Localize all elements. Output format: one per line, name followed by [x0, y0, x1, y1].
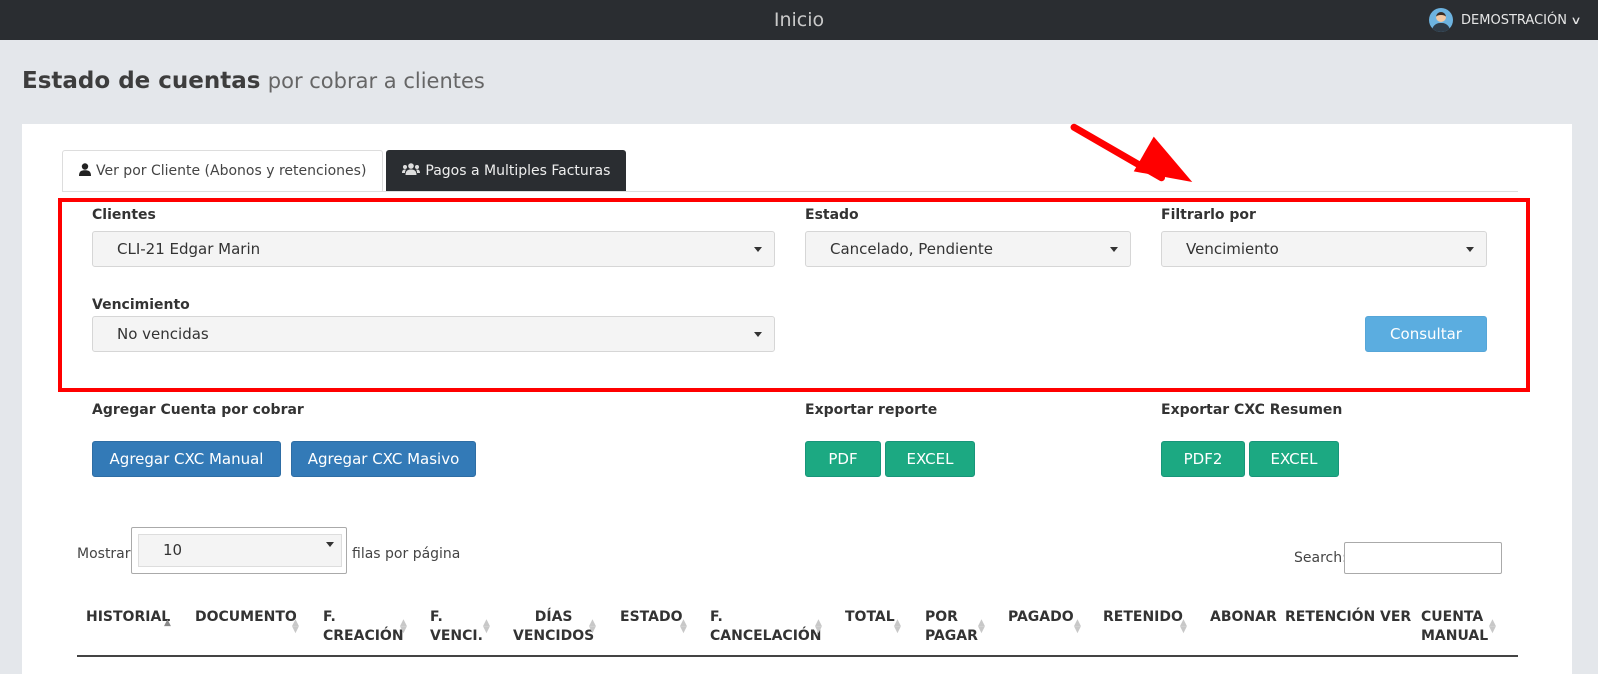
col-ver: VER — [1380, 609, 1412, 625]
vencimiento-value: No vencidas — [117, 325, 209, 343]
agregar-label: Agregar Cuenta por cobrar — [92, 402, 304, 418]
col-total[interactable]: TOTAL — [845, 608, 895, 627]
sort-icon: ▲ ▼ — [400, 618, 407, 635]
col-abonar: ABONAR — [1210, 609, 1277, 625]
col-dias-vencidos[interactable]: DÍAS VENCIDOS — [513, 608, 594, 646]
estado-label: Estado — [805, 207, 859, 223]
export-excel-button[interactable]: EXCEL — [885, 441, 975, 477]
sort-icon: ▲ ▼ — [978, 618, 985, 635]
col-retenido[interactable]: RETENIDO — [1103, 608, 1183, 627]
sort-icon: ▲ ▼ — [483, 618, 490, 635]
col-retencion: RETENCIÓN — [1285, 609, 1376, 625]
tab-label: Pagos a Multiples Facturas — [425, 163, 611, 179]
resumen-label: Exportar CXC Resumen — [1161, 402, 1343, 418]
page-length-select[interactable]: 10 — [131, 527, 347, 574]
navbar-title: Inicio — [773, 9, 825, 31]
sort-asc-icon: ▲ — [164, 618, 171, 628]
user-icon — [79, 162, 91, 180]
sort-icon: ▲ ▼ — [680, 618, 687, 635]
vencimiento-label: Vencimiento — [92, 297, 190, 313]
page-title: Estado de cuentas por cobrar a clientes — [22, 68, 485, 94]
vencimiento-select[interactable]: No vencidas — [92, 316, 775, 352]
chevron-down-icon: ∨ — [1570, 13, 1582, 27]
sort-icon: ▲ ▼ — [589, 618, 596, 635]
col-historial[interactable]: HISTORIAL — [86, 608, 170, 627]
filtrar-label: Filtrarlo por — [1161, 207, 1256, 223]
consultar-button[interactable]: Consultar — [1365, 316, 1487, 352]
clientes-value: CLI-21 Edgar Marin — [117, 240, 261, 258]
tab-divider — [62, 191, 1518, 192]
col-f-venci[interactable]: F. VENCI. — [430, 608, 483, 646]
sort-icon: ▲ ▼ — [894, 618, 901, 635]
tab-pagos-multiples[interactable]: Pagos a Multiples Facturas — [386, 150, 627, 192]
annotation-highlight-box — [58, 198, 1530, 392]
export-excel-resumen-button[interactable]: EXCEL — [1249, 441, 1339, 477]
col-f-creacion[interactable]: F. CREACIÓN — [323, 608, 404, 646]
filtrar-value: Vencimiento — [1186, 240, 1279, 258]
caret-down-icon — [1466, 247, 1474, 252]
table-header-divider — [77, 655, 1518, 657]
clientes-label: Clientes — [92, 207, 156, 223]
exportar-label: Exportar reporte — [805, 402, 938, 418]
col-f-cancelacion[interactable]: F. CANCELACIÓN — [710, 608, 822, 646]
tab-ver-por-cliente[interactable]: Ver por Cliente (Abonos y retenciones) — [62, 150, 384, 192]
agregar-cxc-masivo-button[interactable]: Agregar CXC Masivo — [291, 441, 476, 477]
user-menu[interactable]: DEMOSTRACIÓN ∨ — [1429, 8, 1582, 32]
caret-down-icon — [754, 332, 762, 337]
estado-select[interactable]: Cancelado, Pendiente — [805, 231, 1131, 267]
avatar — [1429, 8, 1454, 32]
tab-bar: Ver por Cliente (Abonos y retenciones) P… — [62, 150, 627, 192]
mostrar-label: Mostrar — [77, 546, 131, 562]
sort-icon: ▲ ▼ — [292, 618, 299, 635]
page-title-sub: por cobrar a clientes — [267, 69, 485, 93]
col-cuenta-manual[interactable]: CUENTA MANUAL — [1421, 608, 1488, 646]
col-pagado[interactable]: PAGADO — [1008, 608, 1074, 627]
sort-icon: ▲ ▼ — [815, 618, 822, 635]
sort-icon: ▲ ▼ — [1489, 618, 1496, 635]
page-title-main: Estado de cuentas — [22, 68, 261, 94]
export-pdf2-button[interactable]: PDF2 — [1161, 441, 1245, 477]
user-name: DEMOSTRACIÓN — [1461, 12, 1567, 28]
caret-down-icon — [754, 247, 762, 252]
search-label: Search: — [1294, 550, 1347, 566]
col-por-pagar[interactable]: POR PAGAR — [925, 608, 978, 646]
search-input[interactable] — [1344, 542, 1502, 574]
filas-label: filas por página — [352, 546, 461, 562]
sort-icon: ▲ ▼ — [1180, 618, 1187, 635]
col-documento[interactable]: DOCUMENTO — [195, 608, 297, 627]
caret-down-icon — [1110, 247, 1118, 252]
estado-value: Cancelado, Pendiente — [830, 240, 994, 258]
sort-icon: ▲ ▼ — [1074, 618, 1081, 635]
clientes-select[interactable]: CLI-21 Edgar Marin — [92, 231, 775, 267]
col-estado[interactable]: ESTADO — [620, 608, 682, 627]
top-navbar: Inicio DEMOSTRACIÓN ∨ — [0, 0, 1598, 40]
users-icon — [402, 163, 421, 179]
page-length-value: 10 — [138, 534, 342, 567]
caret-down-icon — [326, 542, 334, 547]
tab-label: Ver por Cliente (Abonos y retenciones) — [96, 163, 367, 179]
export-pdf-button[interactable]: PDF — [805, 441, 881, 477]
agregar-cxc-manual-button[interactable]: Agregar CXC Manual — [92, 441, 281, 477]
filtrar-select[interactable]: Vencimiento — [1161, 231, 1487, 267]
